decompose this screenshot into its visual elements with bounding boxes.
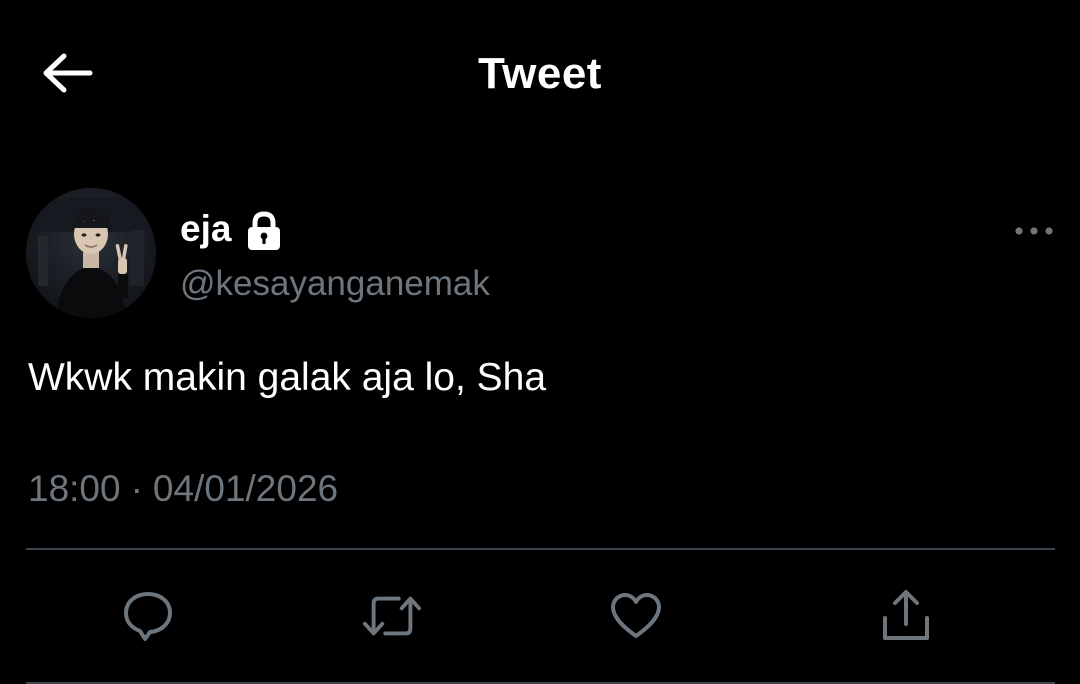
author-name-row: eja [180,206,285,252]
tweet-time: 18:00 [28,468,121,509]
retweet-icon [362,596,422,636]
avatar-photo [26,188,156,318]
retweet-button[interactable] [362,586,422,646]
heart-icon [611,593,661,638]
top-bar: Tweet [0,0,1080,150]
tweet-date: 04/01/2026 [152,468,339,509]
lock-icon [245,207,285,251]
page-title: Tweet [478,49,602,98]
tweet-author-header: eja @kesayanganemak [26,188,1056,320]
reply-button[interactable] [118,586,178,646]
display-name[interactable]: eja [180,208,231,250]
more-horizontal-icon [1015,227,1053,235]
share-icon [883,590,929,640]
share-button[interactable] [876,586,936,646]
comment-icon [124,592,172,641]
like-button[interactable] [606,586,666,646]
divider [26,548,1055,550]
meta-separator: · [130,468,143,509]
more-options-button[interactable] [1012,218,1056,244]
tweet-text: Wkwk makin galak aja lo, Sha [28,356,547,399]
avatar[interactable] [26,188,156,318]
tweet-timestamp: 18:00 · 04/01/2026 [28,468,338,510]
user-handle[interactable]: @kesayanganemak [180,264,490,304]
